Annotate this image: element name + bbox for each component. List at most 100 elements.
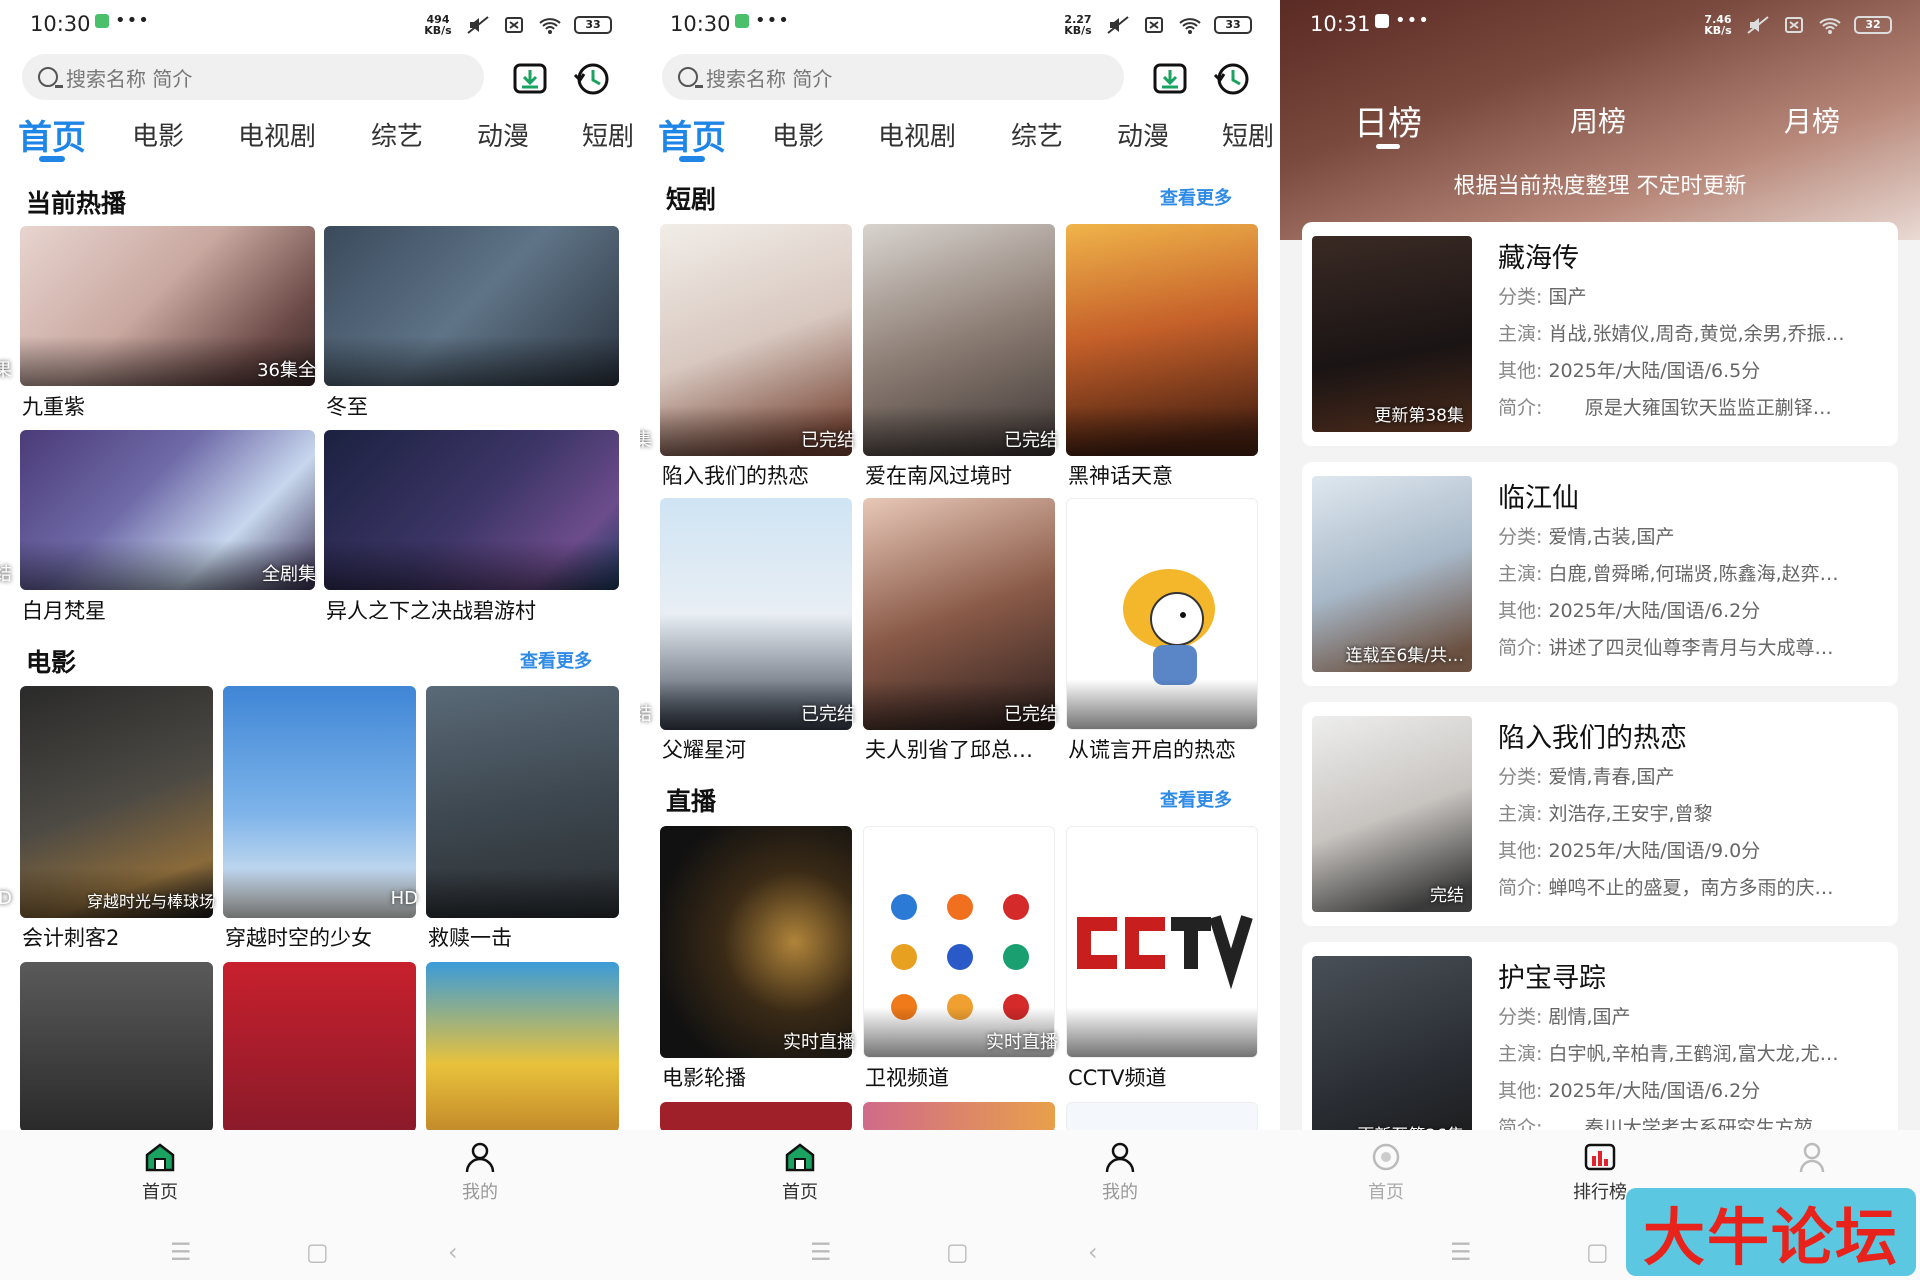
see-more-link[interactable]: 查看更多: [1160, 184, 1232, 210]
poster-badge: 36集全: [257, 360, 316, 381]
tab-anime[interactable]: 动漫: [1117, 116, 1169, 153]
tab-weekly[interactable]: 周榜: [1570, 100, 1626, 140]
tab-movie[interactable]: 电影: [772, 116, 824, 153]
poster-badge: 已完结: [1004, 704, 1058, 725]
network-speed: 2.27 KB/s: [1064, 13, 1092, 37]
poster-image: [1066, 498, 1258, 730]
download-icon: [513, 63, 547, 94]
nav-mine[interactable]: 我的: [1070, 1140, 1170, 1204]
rank-item[interactable]: 完结 陷入我们的热恋 分类: 爱情,青春,国产 主演: 刘浩存,王安宇,曾黎 其…: [1302, 702, 1898, 926]
see-more-link[interactable]: 查看更多: [1160, 786, 1232, 812]
home-key-icon[interactable]: ▢: [946, 1238, 969, 1266]
home-icon: [1372, 1143, 1400, 1171]
rank-item-intro: 讲述了四灵仙尊李青月与大成尊…: [1548, 637, 1834, 659]
tab-short-drama[interactable]: 短剧: [582, 116, 634, 153]
tab-daily[interactable]: 日榜: [1354, 96, 1422, 145]
ranking-screen-panel: 10:31 ••• 7.46 KB/s 32 日榜 周榜 月榜 根据当前热度整理…: [1280, 0, 1920, 1280]
poster-badge: 已完结: [801, 704, 855, 725]
category-tabs: 首页 电影 电视剧 综艺 动漫 短剧: [640, 110, 1280, 166]
poster-badge: 穿越时光与棒球场: [86, 892, 215, 911]
tab-short-drama[interactable]: 短剧: [1222, 116, 1274, 153]
rank-item[interactable]: 连载至6集/共… 临江仙 分类: 爱情,古装,国产 主演: 白鹿,曾舜晞,何瑞贤…: [1302, 462, 1898, 686]
poster-badge: HD: [390, 888, 418, 909]
tab-home[interactable]: 首页: [658, 110, 726, 159]
tab-tv[interactable]: 电视剧: [238, 116, 316, 153]
tab-anime[interactable]: 动漫: [477, 116, 529, 153]
poster-image: [660, 826, 852, 1058]
ranking-subtitle: 根据当前热度整理 不定时更新: [1453, 174, 1747, 199]
user-icon: [1799, 1142, 1825, 1173]
poster-badge: 全剧集: [262, 564, 316, 585]
card-title: 穿越时空的少女: [225, 926, 372, 950]
poster-image: [20, 962, 213, 1132]
tab-variety[interactable]: 综艺: [1011, 116, 1063, 153]
poster-badge: 已完结: [801, 430, 855, 451]
history-icon: [573, 63, 609, 95]
battery-indicator: 33: [574, 16, 612, 34]
poster-badge: 已完结: [640, 704, 652, 725]
wechat-notification-icon: [1375, 13, 1389, 28]
search-input[interactable]: 搜索名称 简介: [662, 54, 1124, 100]
rank-item-cast: 肖战,张婧仪,周奇,黄觉,余男,乔振…: [1548, 323, 1845, 345]
menu-icon[interactable]: ☰: [1450, 1238, 1472, 1266]
poster-badge: 实时直播: [986, 1032, 1058, 1053]
download-button[interactable]: [1150, 58, 1190, 98]
rank-item-category: 国产: [1548, 286, 1587, 308]
rank-item-intro: 原是大雍国钦天监监正蒯铎…: [1548, 397, 1832, 419]
system-nav-bar: ☰ ▢ ‹: [0, 1230, 640, 1270]
poster-image: [1066, 224, 1258, 456]
card-title: 爱在南风过境时: [865, 464, 1012, 488]
status-bar: 10:30 ••• 494 KB/s 33: [0, 0, 640, 48]
nav-home[interactable]: 首页: [750, 1140, 850, 1204]
home-icon: [785, 1143, 815, 1172]
mute-icon: [1107, 16, 1129, 34]
download-button[interactable]: [510, 58, 550, 98]
rank-item-category: 剧情,国产: [1548, 1006, 1631, 1028]
rank-item-category: 爱情,青春,国产: [1548, 766, 1675, 788]
battery-indicator: 33: [1214, 16, 1252, 34]
nav-mine[interactable]: 我的: [430, 1140, 530, 1204]
rank-item-cast: 刘浩存,王安宇,曾黎: [1548, 803, 1713, 825]
back-icon[interactable]: ‹: [1088, 1238, 1098, 1266]
network-speed: 494 KB/s: [424, 13, 452, 37]
tab-tv[interactable]: 电视剧: [878, 116, 956, 153]
nav-home[interactable]: 首页: [110, 1140, 210, 1204]
search-row: 搜索名称 简介: [22, 54, 618, 102]
wifi-icon: [1179, 18, 1201, 34]
poster-image: [1066, 1102, 1258, 1132]
screenshot-collage: 10:30 ••• 494 KB/s 33 搜索名称 简介 首页 电影 电视剧 …: [0, 0, 1920, 1280]
home-key-icon[interactable]: ▢: [306, 1238, 329, 1266]
nav-home[interactable]: 首页: [1336, 1140, 1436, 1204]
rank-item[interactable]: 更新第38集 藏海传 分类: 国产 主演: 肖战,张婧仪,周奇,黄觉,余男,乔振…: [1302, 222, 1898, 446]
poster-image: [426, 962, 619, 1132]
wifi-icon: [539, 18, 561, 34]
download-icon: [1153, 63, 1187, 94]
rank-item-cast: 白宇帆,辛柏青,王鹤润,富大龙,尤…: [1548, 1043, 1839, 1065]
network-speed: 7.46 KB/s: [1704, 13, 1732, 37]
card-title: 白月梵星: [22, 599, 106, 623]
system-nav-bar: ☰ ▢ ‹: [640, 1230, 1280, 1270]
tab-home[interactable]: 首页: [18, 110, 86, 159]
home-key-icon[interactable]: ▢: [1586, 1238, 1609, 1266]
poster-image: 更新至第26集: [1312, 956, 1472, 1152]
menu-icon[interactable]: ☰: [810, 1238, 832, 1266]
search-input[interactable]: 搜索名称 简介: [22, 54, 484, 100]
history-button[interactable]: [572, 58, 612, 98]
rank-item-other: 2025年/大陆/国语/6.2分: [1548, 1080, 1761, 1102]
status-bar: 10:30 ••• 2.27 KB/s 33: [640, 0, 1280, 48]
tab-variety[interactable]: 综艺: [371, 116, 423, 153]
nav-mine[interactable]: [1762, 1140, 1862, 1178]
section-title-short: 短剧: [666, 185, 717, 214]
tab-movie[interactable]: 电影: [132, 116, 184, 153]
card-title: 异人之下之决战碧游村: [326, 599, 536, 623]
poster-image: [426, 686, 619, 918]
poster-badge: 孟子义李昀锐两世因果: [0, 360, 12, 381]
menu-icon[interactable]: ☰: [170, 1238, 192, 1266]
poster-image: [324, 430, 619, 590]
poster-image: 连载至6集/共…: [1312, 476, 1472, 672]
see-more-link[interactable]: 查看更多: [520, 647, 592, 673]
tab-monthly[interactable]: 月榜: [1784, 100, 1840, 140]
back-icon[interactable]: ‹: [448, 1238, 458, 1266]
rank-item-intro: 蝉鸣不止的盛夏，南方多雨的庆…: [1548, 877, 1834, 899]
history-button[interactable]: [1212, 58, 1252, 98]
